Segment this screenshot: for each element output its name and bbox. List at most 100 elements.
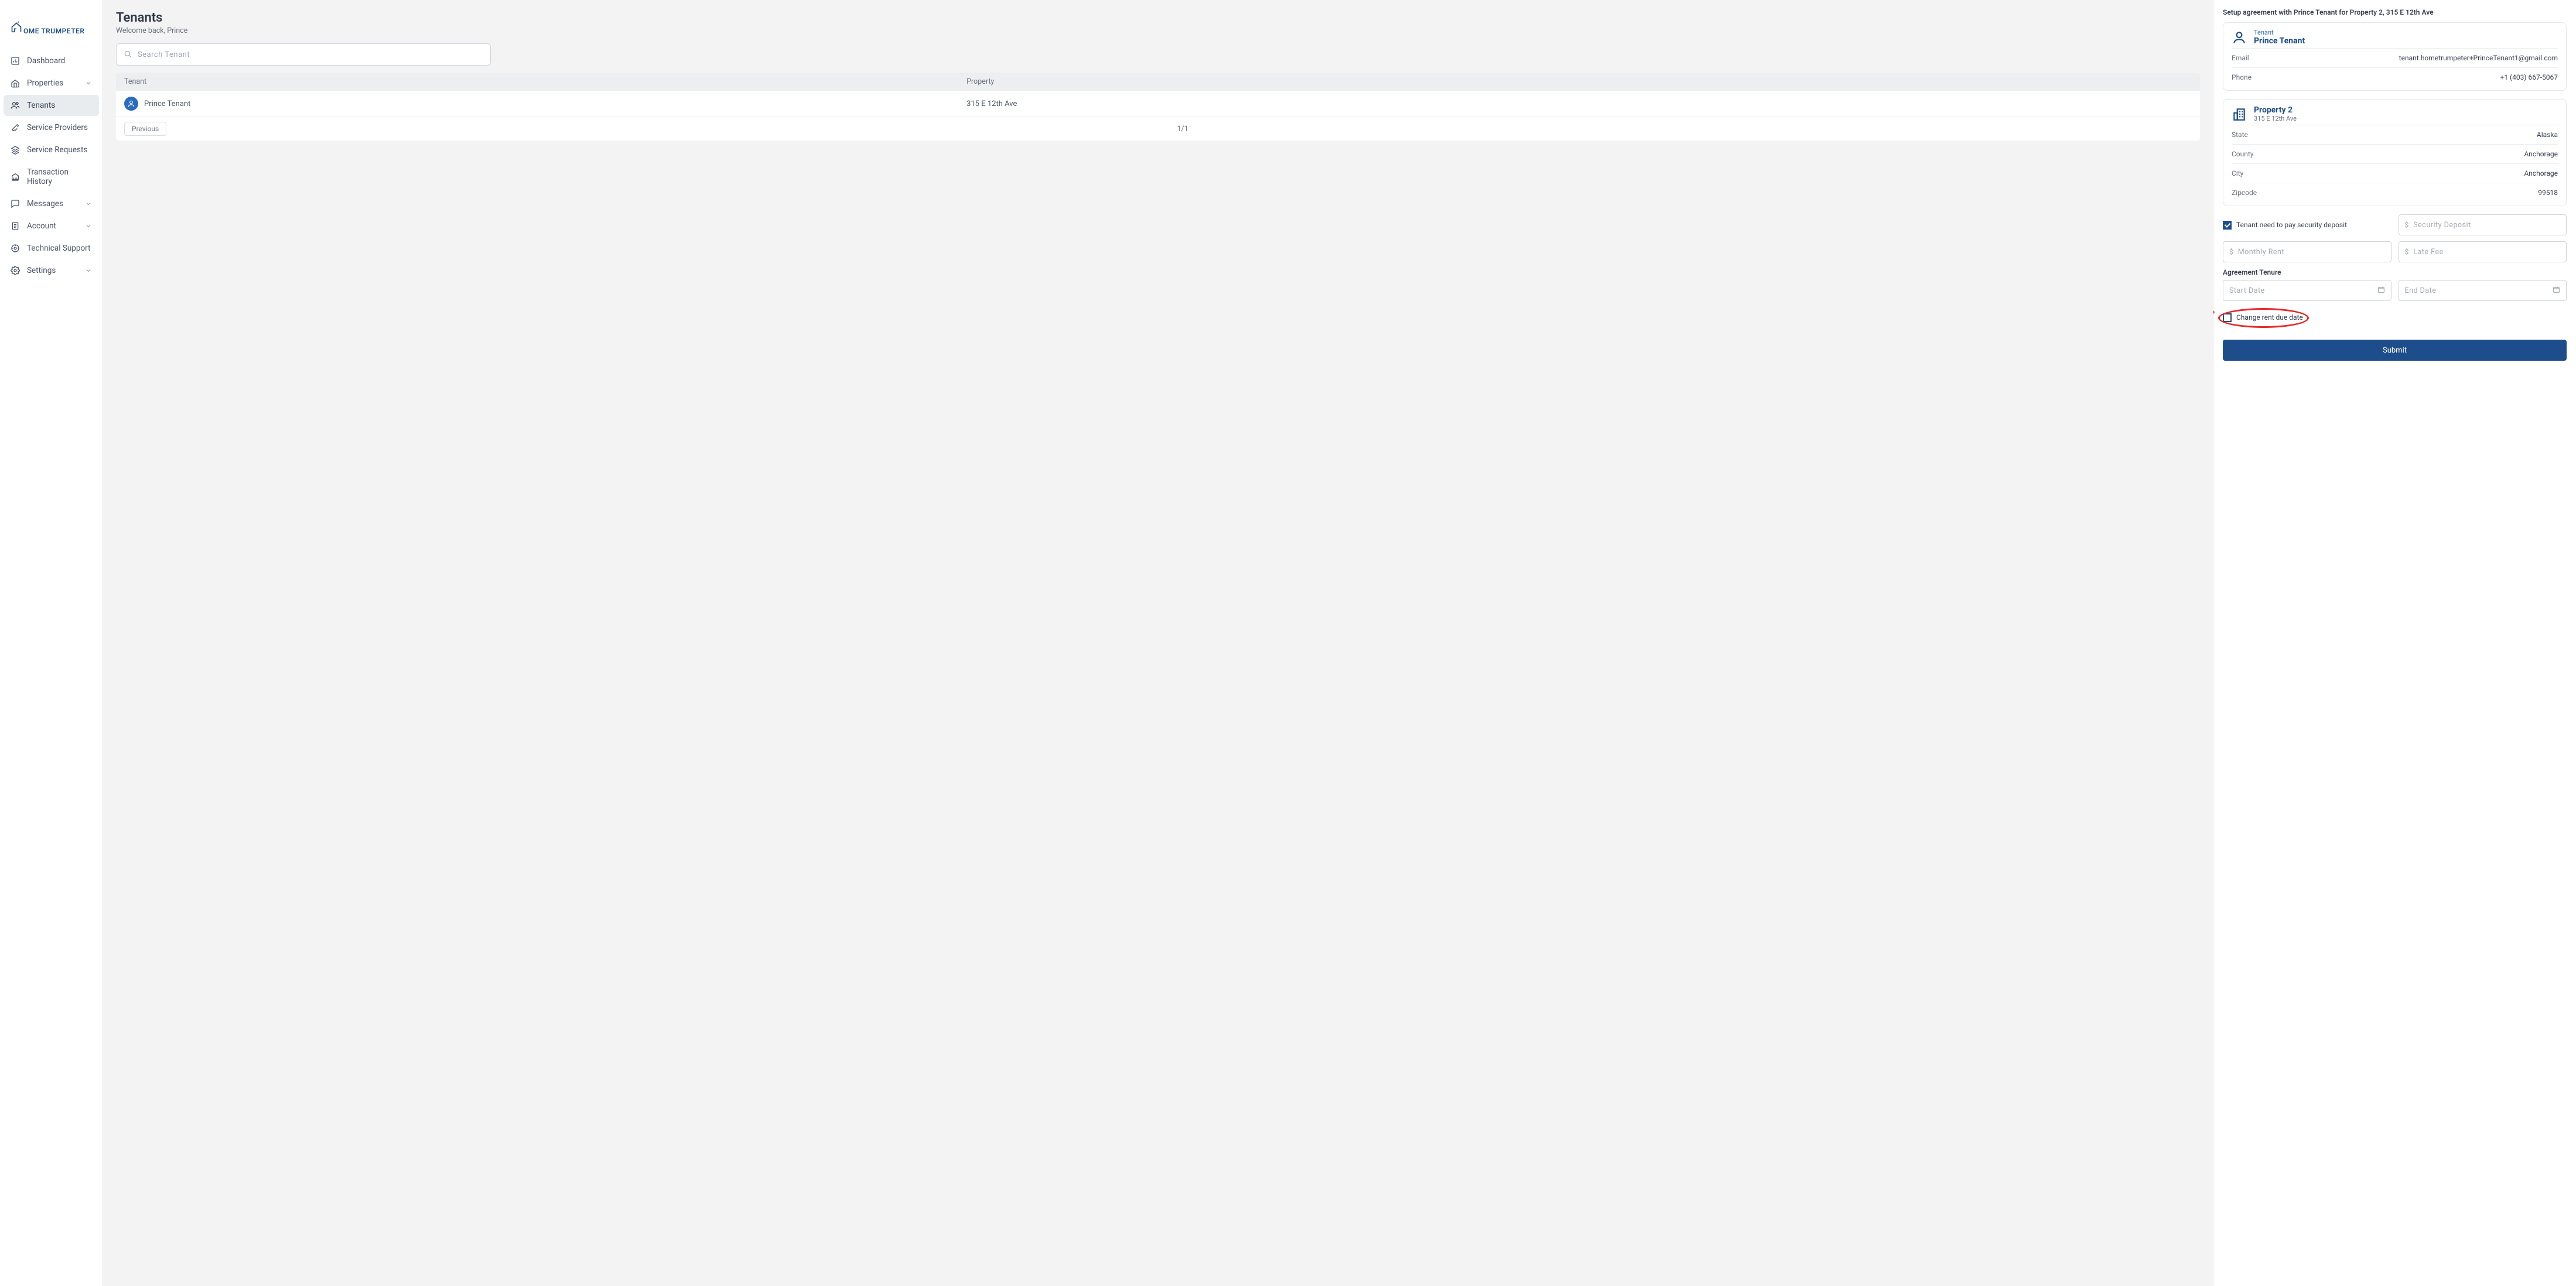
sidebar-item-label: Transaction History <box>27 167 92 186</box>
county-key: County <box>2232 150 2254 158</box>
late-fee-field[interactable]: $ <box>2399 241 2567 262</box>
annotation-arrow-icon <box>2213 289 2223 321</box>
sidebar-item-label: Settings <box>27 266 56 275</box>
logo: OME TRUMPETER <box>0 0 103 50</box>
home-icon <box>11 78 20 88</box>
security-deposit-checkbox[interactable] <box>2223 221 2232 230</box>
county-value: Anchorage <box>2524 150 2558 158</box>
page-title: Tenants <box>116 11 2200 25</box>
sidebar-item-tenants[interactable]: Tenants <box>4 95 99 116</box>
bank-icon <box>11 172 20 182</box>
wrench-icon <box>11 123 20 132</box>
monthly-rent-input[interactable] <box>2238 248 2385 256</box>
search-icon <box>124 49 132 60</box>
sidebar-item-label: Service Requests <box>27 145 87 155</box>
search-field[interactable] <box>116 43 491 66</box>
sidebar-item-label: Account <box>27 221 56 231</box>
agreement-panel: Setup agreement with Prince Tenant for P… <box>2213 0 2576 1286</box>
tenant-name: Prince Tenant <box>144 100 190 108</box>
phone-key: Phone <box>2232 73 2252 81</box>
submit-button[interactable]: Submit <box>2223 340 2567 361</box>
layers-icon <box>11 145 20 155</box>
calendar-icon[interactable] <box>2553 286 2560 295</box>
tenants-table: Tenant Property Prince Tenant 315 E 12th… <box>116 73 2200 141</box>
sidebar-item-label: Service Providers <box>27 123 88 132</box>
security-deposit-field[interactable]: $ <box>2399 214 2567 235</box>
brand-name: OME TRUMPETER <box>23 27 84 35</box>
zip-key: Zipcode <box>2232 189 2257 197</box>
sidebar-item-service-providers[interactable]: Service Providers <box>4 117 99 138</box>
chat-icon <box>11 199 20 208</box>
table-row[interactable]: Prince Tenant 315 E 12th Ave <box>116 91 2200 117</box>
state-value: Alaska <box>2537 131 2558 139</box>
sidebar-item-dashboard[interactable]: Dashboard <box>4 50 99 71</box>
col-tenant: Tenant <box>124 77 966 86</box>
sidebar-item-account[interactable]: Account <box>4 216 99 237</box>
chevron-down-icon <box>85 200 92 207</box>
sidebar-item-settings[interactable]: Settings <box>4 260 99 281</box>
city-key: City <box>2232 169 2243 177</box>
sidebar-item-label: Tenants <box>27 101 55 110</box>
nav-list: Dashboard Properties Tenants Service Pro… <box>0 50 103 282</box>
property-card: Property 2 315 E 12th Ave State Alaska C… <box>2223 99 2567 206</box>
calendar-icon[interactable] <box>2377 286 2385 295</box>
property-cell: 315 E 12th Ave <box>966 100 1732 108</box>
property-title: Property 2 <box>2254 105 2297 115</box>
table-header: Tenant Property <box>116 73 2200 91</box>
security-deposit-checkbox-row[interactable]: Tenant need to pay security deposit <box>2223 214 2391 235</box>
tenant-label: Tenant <box>2254 29 2305 36</box>
page-subtitle: Welcome back, Prince <box>116 26 2200 35</box>
sidebar-item-label: Technical Support <box>27 244 90 253</box>
sidebar-item-label: Dashboard <box>27 56 65 66</box>
doc-user-icon <box>11 221 20 231</box>
users-icon <box>11 101 20 110</box>
change-rent-due-checkbox[interactable] <box>2223 313 2232 322</box>
security-deposit-input[interactable] <box>2413 221 2560 230</box>
zip-value: 99518 <box>2538 189 2558 197</box>
dollar-icon: $ <box>2405 248 2409 256</box>
tenure-heading: Agreement Tenure <box>2223 268 2567 276</box>
house-logo-icon <box>11 19 22 35</box>
email-key: Email <box>2232 54 2249 62</box>
end-date-field[interactable] <box>2399 280 2567 301</box>
dollar-icon: $ <box>2405 221 2409 229</box>
sidebar-item-service-requests[interactable]: Service Requests <box>4 139 99 160</box>
col-property: Property <box>966 77 1732 86</box>
pagination: Previous 1/1 <box>116 117 2200 141</box>
sidebar-item-properties[interactable]: Properties <box>4 73 99 94</box>
property-address: 315 E 12th Ave <box>2254 115 2297 122</box>
late-fee-input[interactable] <box>2413 248 2560 256</box>
sidebar-item-label: Messages <box>27 199 63 208</box>
chevron-down-icon <box>85 80 92 87</box>
sidebar-item-messages[interactable]: Messages <box>4 193 99 214</box>
page-indicator: 1/1 <box>173 125 2192 134</box>
search-input[interactable] <box>138 50 483 59</box>
gear-icon <box>11 266 20 275</box>
dollar-icon: $ <box>2229 248 2233 256</box>
phone-value: +1 (403) 667-5067 <box>2500 73 2558 81</box>
start-date-field[interactable] <box>2223 280 2391 301</box>
panel-title: Setup agreement with Prince Tenant for P… <box>2223 8 2567 16</box>
city-value: Anchorage <box>2524 169 2558 177</box>
bar-chart-icon <box>11 56 20 66</box>
tenant-name: Prince Tenant <box>2254 36 2305 46</box>
previous-button[interactable]: Previous <box>124 122 166 136</box>
sidebar-item-label: Properties <box>27 78 63 88</box>
chevron-down-icon <box>85 223 92 230</box>
sidebar: OME TRUMPETER Dashboard Properties Tenan… <box>0 0 103 1286</box>
security-deposit-check-label: Tenant need to pay security deposit <box>2236 221 2347 229</box>
person-icon <box>2232 30 2247 45</box>
start-date-input[interactable] <box>2229 286 2373 295</box>
end-date-input[interactable] <box>2405 286 2548 295</box>
avatar <box>124 97 138 111</box>
main-content: Tenants Welcome back, Prince Tenant Prop… <box>103 0 2213 1286</box>
change-rent-due-row[interactable]: Change rent due date <box>2223 307 2567 328</box>
sidebar-item-transaction-history[interactable]: Transaction History <box>4 162 99 192</box>
change-rent-due-label: Change rent due date <box>2236 313 2303 321</box>
sidebar-item-technical-support[interactable]: Technical Support <box>4 238 99 259</box>
state-key: State <box>2232 131 2248 139</box>
support-icon <box>11 244 20 253</box>
monthly-rent-field[interactable]: $ <box>2223 241 2391 262</box>
email-value: tenant.hometrumpeter+PrinceTenant1@gmail… <box>2399 54 2558 62</box>
tenant-card: Tenant Prince Tenant Email tenant.hometr… <box>2223 22 2567 91</box>
